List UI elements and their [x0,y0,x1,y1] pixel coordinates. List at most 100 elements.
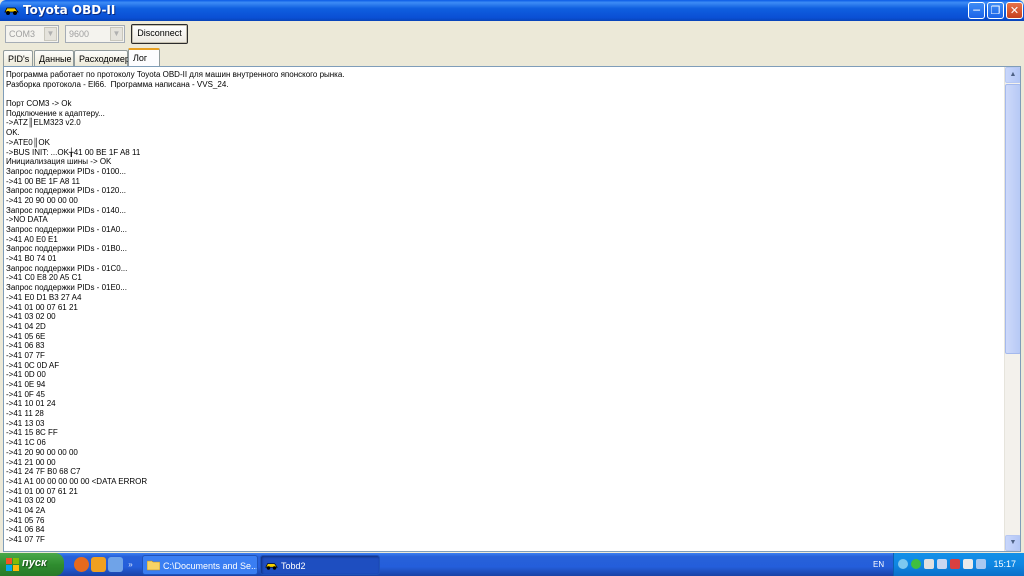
tab-strip: PID's Данные Расходомер Лог [0,48,1024,66]
title-bar[interactable]: Toyota OBD-II ─ ❐ ✕ [0,0,1024,21]
maximize-button[interactable]: ❐ [987,2,1004,19]
log-line: ->41 A0 E0 E1 [6,234,58,244]
log-line: ->41 A1 00 00 00 00 00 <DATA ERROR [6,476,148,486]
port-select[interactable]: COM3 ▼ [5,25,59,43]
car-icon [265,563,278,570]
pen-icon[interactable] [924,559,934,569]
log-lines: Программа работает по протоколу Toyota O… [6,70,1001,545]
tab-log[interactable]: Лог [128,48,160,66]
log-line: Запрос поддержки PIDs - 01E0... [6,283,127,293]
log-line: ->41 04 2D [6,321,46,331]
disconnect-button[interactable]: Disconnect [131,24,188,44]
log-line: Порт COM3 -> Ok [6,99,72,109]
log-line: ->41 05 6E [6,331,46,341]
task-label: Tobd2 [281,561,306,571]
taskbar-item-explorer[interactable]: C:\Documents and Se... [142,555,258,575]
log-line: Запрос поддержки PIDs - 01C0... [6,263,128,273]
log-line: ->ATE0║OK [6,137,50,147]
log-line: ->41 20 90 00 00 00 [6,195,78,205]
log-line: ->41 07 7F [6,535,45,544]
log-line: Запрос поддержки PIDs - 0120... [6,186,127,196]
log-line: ->41 0F 45 [6,389,45,399]
log-line: ->41 1C 06 [6,438,46,448]
log-line: ->41 B0 74 01 [6,254,57,264]
start-button[interactable]: пуск [0,553,64,576]
minimize-button[interactable]: ─ [968,2,985,19]
windows-logo-icon [6,558,19,571]
log-line: ->41 01 00 07 61 21 [6,486,78,496]
log-line: ->41 07 7F [6,350,45,360]
log-line: ->NO DATA [6,215,48,225]
antivirus-icon[interactable] [911,559,921,569]
log-line: ->41 21 00 00 [6,457,56,467]
log-line: ->41 11 28 [6,409,44,419]
taskbar-item-tobd2[interactable]: Tobd2 [260,555,380,575]
minimize-icon: ─ [973,4,980,17]
log-line: ->41 04 2A [6,505,46,515]
app-window: Toyota OBD-II ─ ❐ ✕ COM3 ▼ 9600 ▼ Discon… [0,0,1024,553]
log-line: ->41 03 02 00 [6,496,56,506]
folder-icon [147,560,160,571]
display-icon[interactable] [976,559,986,569]
log-line: Запрос поддержки PIDs - 01A0... [6,225,127,234]
network-icon[interactable] [898,559,908,569]
log-line: ->41 00 BE 1F A8 11 [6,176,80,186]
lightning-icon[interactable] [91,557,106,572]
log-line: Запрос поддержки PIDs - 0140... [6,205,127,215]
log-line: ->41 06 84 [6,525,45,535]
volume-icon[interactable] [963,559,973,569]
desktop-icon[interactable] [108,557,123,572]
log-line: Запрос поддержки PIDs - 01B0... [6,244,127,254]
toolbar: COM3 ▼ 9600 ▼ Disconnect [0,21,1024,47]
log-line: ->41 01 00 07 61 21 [6,302,78,312]
log-line: Запрос поддержки PIDs - 0100... [6,166,127,176]
scroll-up-icon[interactable]: ▲ [1005,67,1020,83]
language-indicator[interactable]: EN [873,560,884,569]
log-line: ->41 24 7F B0 68 C7 [6,467,81,477]
port-value: COM3 [9,29,36,39]
window-title: Toyota OBD-II [23,3,116,17]
log-line: Разборка протокола - El66. Программа нап… [6,79,229,89]
log-line: ->ATZ║ELM323 v2.0 [6,118,81,128]
scroll-down-icon[interactable]: ▼ [1005,535,1020,551]
taskbar: пуск » C:\Documents and Se... Tobd2 EN 1… [0,553,1024,576]
chevron-down-icon[interactable]: ▼ [44,27,57,41]
log-line: ->41 0E 94 [6,380,46,389]
log-line: ->41 20 90 00 00 00 [6,447,78,457]
log-line: ->41 05 76 [6,515,45,525]
system-tray: 15:17 [893,553,1024,576]
log-line: ->BUS INIT: ...OK╁41 00 BE 1F A8 11 [6,147,141,157]
log-line: ->41 10 01 24 [6,399,56,409]
shield-icon[interactable] [950,559,960,569]
chevron-right-icon[interactable]: » [126,557,135,572]
close-icon: ✕ [1009,4,1020,17]
tab-fuel-meter[interactable]: Расходомер [74,50,130,66]
task-label: C:\Documents and Se... [163,561,258,571]
scroll-thumb[interactable] [1005,84,1020,354]
close-button[interactable]: ✕ [1006,2,1023,19]
log-textarea[interactable]: Программа работает по протоколу Toyota O… [3,66,1021,552]
restore-icon: ❐ [990,4,1001,17]
baud-value: 9600 [69,29,90,39]
log-line: ->41 15 8C FF [6,428,58,438]
chevron-down-icon[interactable]: ▼ [110,27,123,41]
tab-data[interactable]: Данные [34,50,74,66]
baud-select[interactable]: 9600 ▼ [65,25,125,43]
phone-icon[interactable] [937,559,947,569]
log-line: ->41 0D 00 [6,370,46,380]
log-line: ->41 0C 0D AF [6,360,60,370]
log-line: ->41 C0 E8 20 A5 C1 [6,273,82,283]
log-line: ->41 E0 D1 B3 27 A4 [6,292,82,302]
log-line: ->41 06 83 [6,341,45,351]
vertical-scrollbar[interactable]: ▲ ▼ [1004,67,1020,551]
log-line: ->41 13 03 [6,418,45,428]
clock[interactable]: 15:17 [993,559,1016,569]
log-line: Программа работает по протоколу Toyota O… [6,70,345,79]
start-label: пуск [22,557,47,569]
log-line: Подключение к адаптеру... [6,108,105,118]
firefox-icon[interactable] [74,557,89,572]
tab-pids[interactable]: PID's [3,50,33,66]
log-line: OK. [6,128,20,138]
car-icon [4,7,19,15]
